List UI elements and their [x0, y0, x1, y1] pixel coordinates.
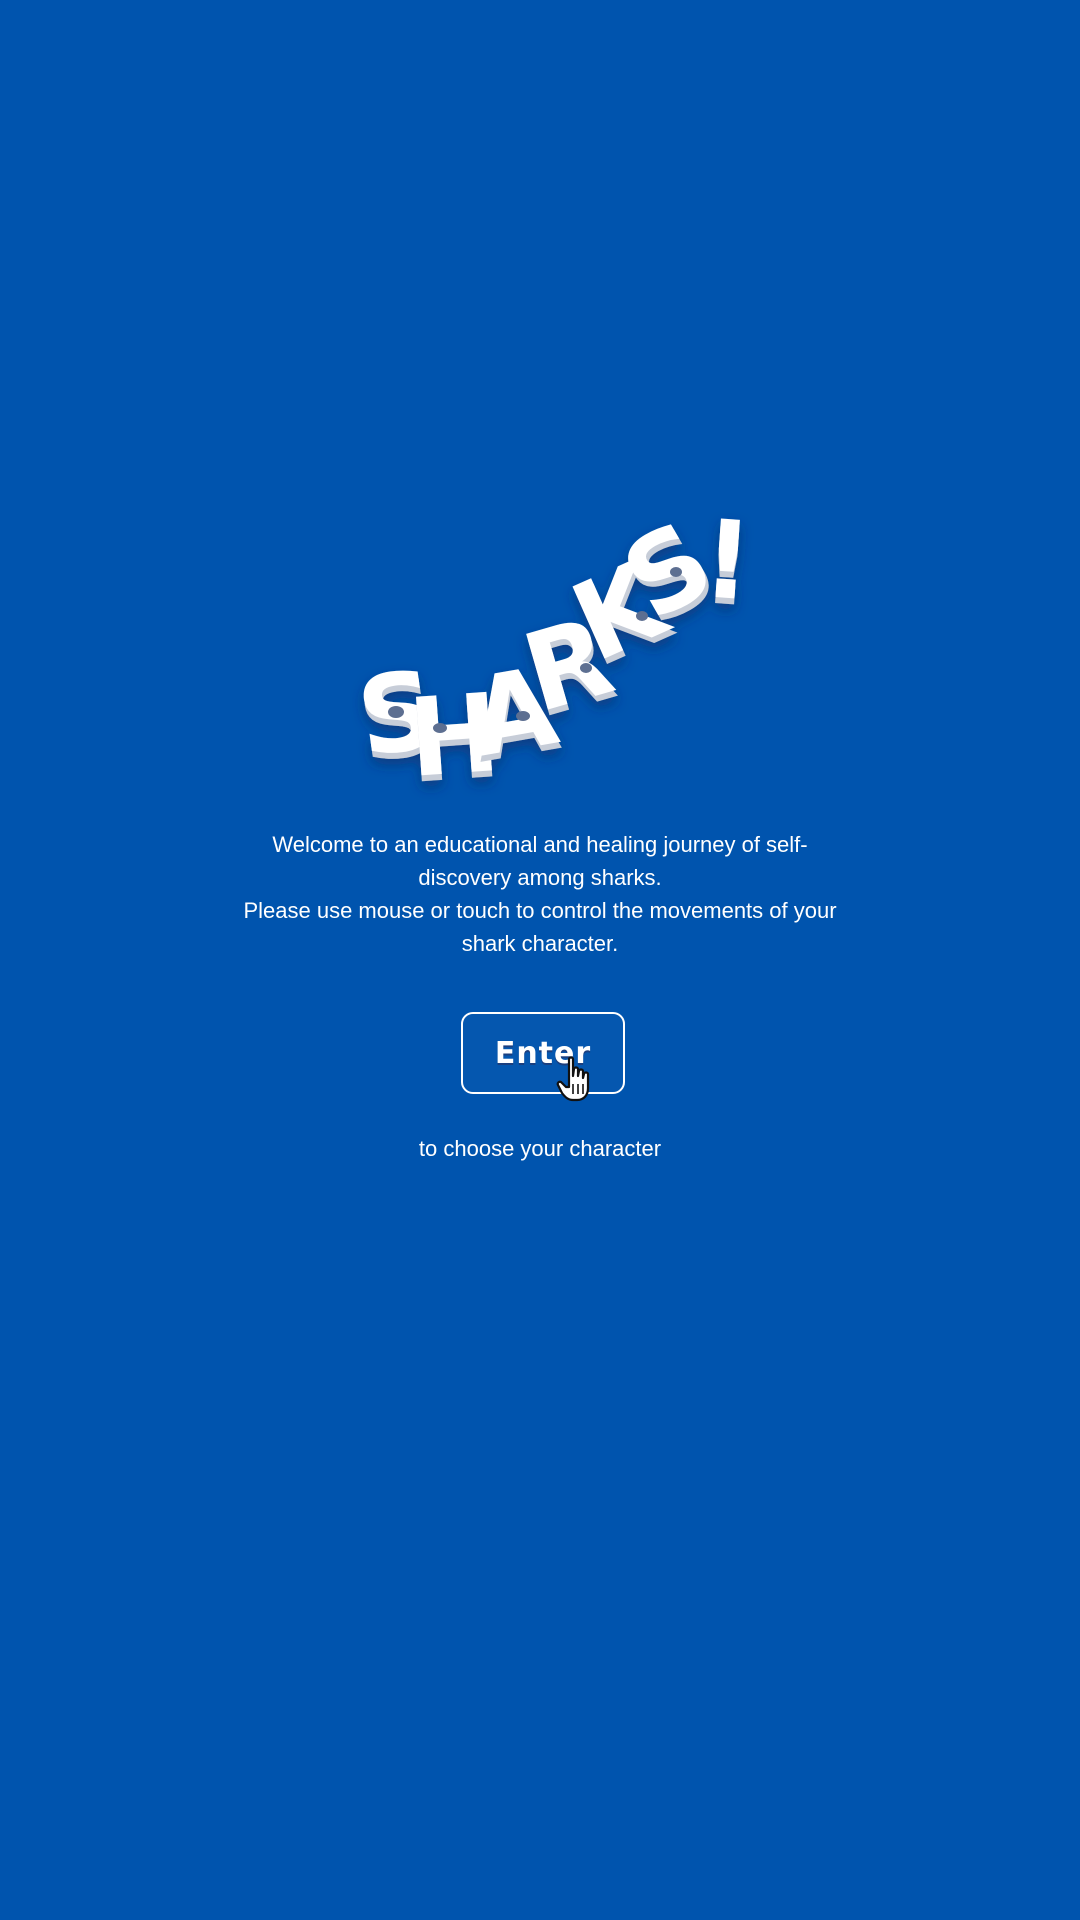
choose-character-hint: to choose your character [418, 1136, 662, 1161]
svg-text:S: S [351, 653, 445, 788]
svg-text:R: R [513, 600, 627, 743]
intro-text: Welcome to an educational and healing jo… [240, 828, 840, 960]
enter-button[interactable]: Enter [461, 1012, 625, 1094]
svg-text:K: K [555, 537, 685, 687]
svg-text:H: H [405, 677, 504, 808]
svg-text:H: H [405, 671, 504, 802]
svg-text:!: ! [698, 503, 756, 631]
svg-text:A: A [462, 644, 566, 782]
hand-pointer-icon [556, 1056, 590, 1102]
svg-text:R: R [511, 594, 625, 737]
svg-text:A: A [463, 650, 567, 788]
sharks-logo: S S H H A A R R K K S S ! ! [0, 0, 1080, 1920]
logo-eye-spots [388, 567, 682, 733]
welcome-screen: S S H H A A R R K K S S ! ! Welcome to a… [0, 0, 1080, 1920]
svg-text:S: S [350, 647, 444, 782]
intro-line-1: Welcome to an educational and healing jo… [272, 832, 808, 890]
svg-text:S: S [607, 503, 737, 650]
intro-line-2: Please use mouse or touch to control the… [243, 898, 837, 956]
svg-text:K: K [558, 542, 688, 692]
svg-text:!: ! [699, 497, 757, 625]
logo-letters: S S H H A A R R K K S S ! ! [350, 497, 756, 808]
svg-text:S: S [604, 498, 734, 645]
